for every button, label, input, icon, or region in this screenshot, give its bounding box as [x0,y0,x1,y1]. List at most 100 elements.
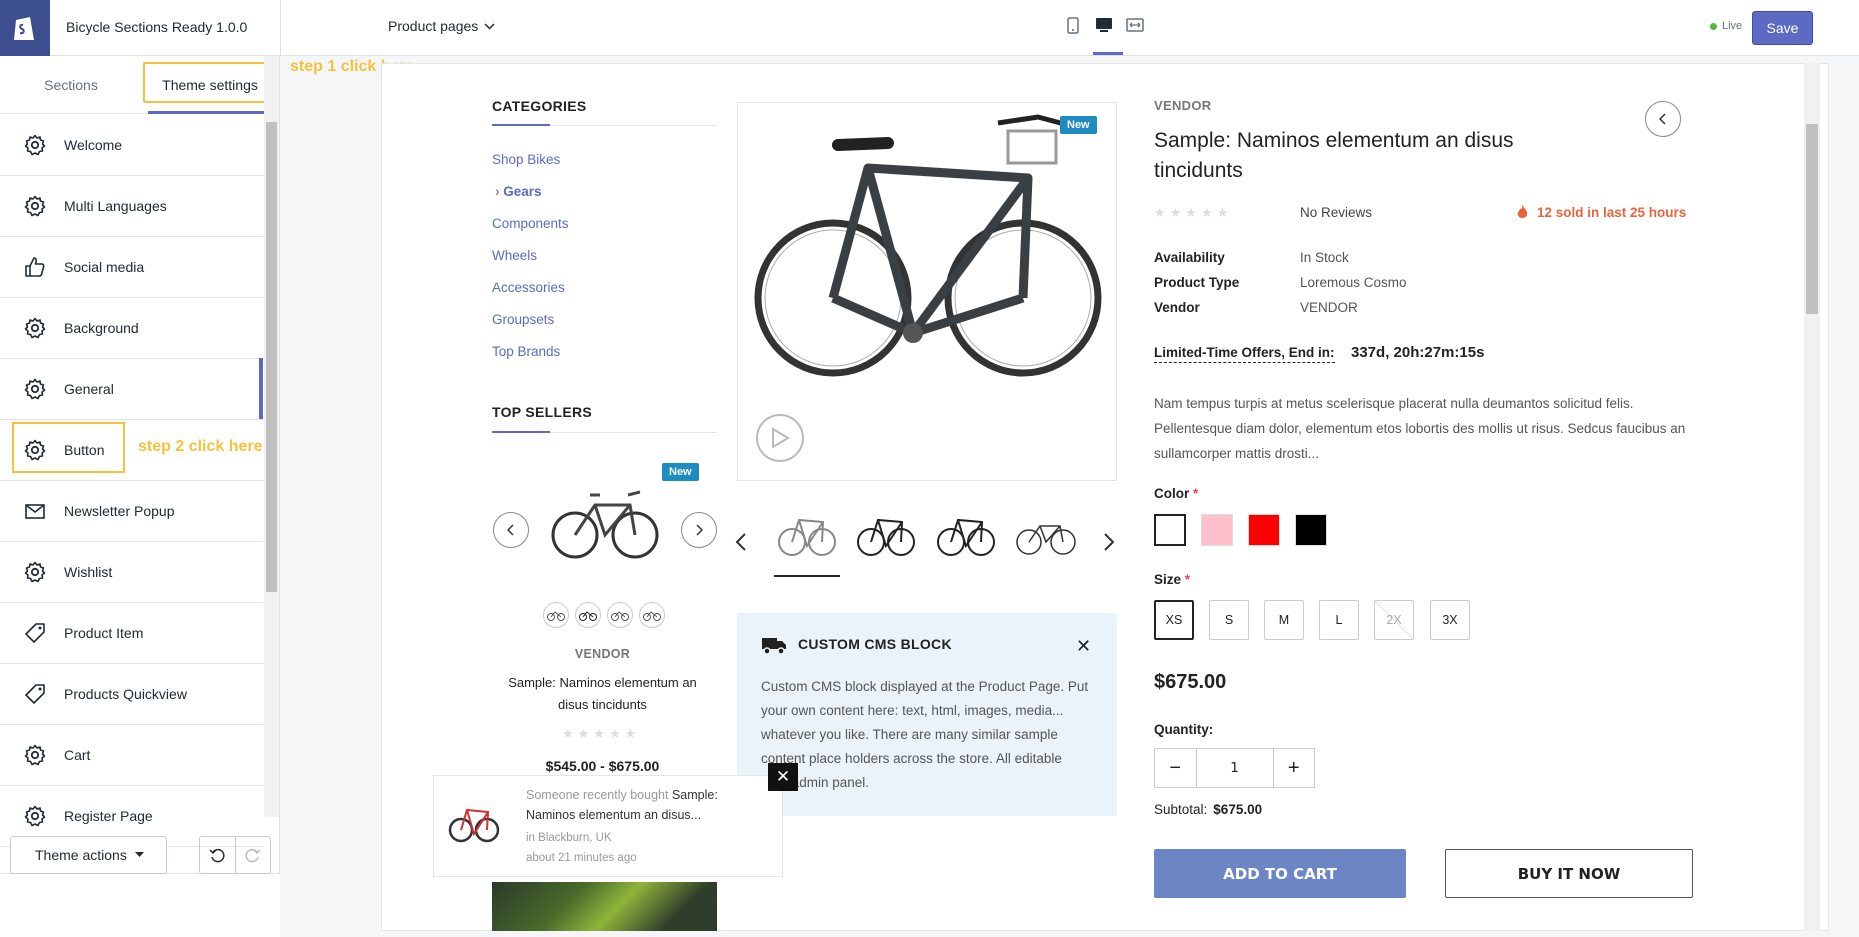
sidebar-item-label: Background [64,320,139,336]
sold-text: 12 sold in last 25 hours [1537,204,1687,220]
color-swatch[interactable] [1201,514,1233,546]
size-option[interactable]: 3X [1430,600,1470,640]
thumbnail-2[interactable] [853,504,919,566]
tab-sections[interactable]: Sections [0,56,142,114]
play-video-icon[interactable] [756,414,804,462]
sidebar-item-newsletter-popup[interactable]: Newsletter Popup [0,481,263,542]
desktop-view-icon[interactable] [1095,14,1113,36]
category-link[interactable]: Top Brands [492,344,560,359]
undo-icon[interactable] [200,837,235,873]
thumbnails-next-icon[interactable] [1103,532,1115,557]
category-link[interactable]: › Gears [495,184,542,199]
thumbs-up-icon [24,256,46,278]
quantity-input[interactable] [1195,749,1274,787]
step2-highlight-box [12,422,125,473]
minus-icon[interactable]: − [1155,749,1196,787]
page-type-dropdown[interactable]: Product pages [388,18,495,34]
sidebar-item-label: Social media [64,259,145,275]
top-sellers-next-button[interactable] [681,512,717,548]
redo-icon[interactable] [234,837,270,873]
sidebar-item-products-quickview[interactable]: Products Quickview [0,664,263,725]
product-type-label: Product Type [1154,275,1240,290]
quantity-stepper: − + [1154,748,1315,788]
size-option[interactable]: XS [1154,600,1194,640]
sidebar-item-product-item[interactable]: Product Item [0,603,263,664]
category-link[interactable]: Shop Bikes [492,152,560,167]
notification-product-image[interactable] [448,794,500,854]
size-option[interactable]: S [1209,600,1249,640]
close-icon[interactable]: ✕ [1076,636,1091,657]
chevron-left-icon [1659,113,1666,125]
sidebar-item-label: Wishlist [64,564,113,580]
sidebar-item-label: Register Page [64,808,153,824]
category-link[interactable]: Accessories [492,280,565,295]
thumbnails-prev-icon[interactable] [735,532,747,557]
bike-thumb-icon [547,611,565,621]
size-option[interactable]: 2X [1374,600,1414,640]
sidebar-item-background[interactable]: Background [0,298,263,359]
top-seller-bike-image[interactable] [550,460,660,580]
sidebar-item-welcome[interactable]: Welcome [0,115,263,176]
gear-icon [24,744,46,766]
availability-value: In Stock [1300,250,1349,265]
thumbnail-3[interactable] [933,504,999,566]
chevron-left-icon [507,524,514,536]
notification-time: about 21 minutes ago [526,852,637,864]
fullscreen-view-icon[interactable] [1126,14,1144,36]
preview-scrollbar-thumb[interactable] [1806,124,1818,314]
bike-thumb-icon [611,611,629,621]
live-status: Live [1710,20,1742,32]
sidebar-item-label: Products Quickview [64,686,187,702]
shopify-logo-icon[interactable] [0,0,50,56]
sidebar-item-wishlist[interactable]: Wishlist [0,542,263,603]
color-label: Color * [1154,486,1198,501]
banner-image[interactable] [492,882,717,931]
category-link[interactable]: Groupsets [492,312,554,327]
cms-block-text: Custom CMS block displayed at the Produc… [761,679,1089,790]
buy-it-now-button[interactable]: BUY IT NOW [1445,849,1693,898]
variant-swatch[interactable] [575,602,601,628]
tag-icon [24,622,46,644]
color-swatch[interactable] [1248,514,1280,546]
mobile-view-icon[interactable] [1064,14,1082,36]
thumbnail-4[interactable] [1013,504,1079,566]
reviews-count[interactable]: No Reviews [1300,205,1372,220]
save-button[interactable]: Save [1752,11,1813,45]
thumbnail-1[interactable] [774,504,840,566]
size-option[interactable]: M [1264,600,1304,640]
size-option[interactable]: L [1319,600,1359,640]
plus-icon[interactable]: + [1274,749,1315,787]
category-link[interactable]: Wheels [492,248,537,263]
required-marker: * [1184,572,1191,587]
variant-swatch[interactable] [639,602,665,628]
category-label: Groupsets [492,312,555,327]
product-type-value: Loremous Cosmo [1300,275,1407,290]
product-description: Nam tempus turpis at metus scelerisque p… [1154,396,1686,461]
product-vendor[interactable]: VENDOR [1154,98,1211,113]
sidebar-item-cart[interactable]: Cart [0,725,263,786]
color-swatch[interactable] [1295,514,1327,546]
fire-icon [1517,205,1528,218]
top-seller-name[interactable]: Sample: Naminos elementum an disus tinci… [505,672,700,716]
back-button[interactable] [1645,101,1681,137]
vendor-value[interactable]: VENDOR [1300,300,1358,315]
close-icon[interactable]: ✕ [768,763,798,791]
sidebar-item-social-media[interactable]: Social media [0,237,263,298]
sidebar-item-general[interactable]: General [0,359,263,420]
gear-icon [24,561,46,583]
color-swatch[interactable] [1154,514,1186,546]
sidebar-item-multi-languages[interactable]: Multi Languages [0,176,263,237]
chevron-right-icon: › [495,184,504,199]
quantity-label: Quantity: [1154,722,1214,737]
top-sellers-prev-button[interactable] [493,512,529,548]
add-to-cart-button[interactable]: ADD TO CART [1154,849,1406,898]
variant-swatch[interactable] [607,602,633,628]
category-link[interactable]: Components [492,216,569,231]
sidebar-scrollbar-thumb[interactable] [266,122,277,592]
new-badge: New [662,463,699,481]
top-seller-vendor: VENDOR [574,647,631,661]
title-accent-line [492,124,550,126]
theme-actions-button[interactable]: Theme actions [10,836,167,874]
rating-stars: ★★★★★ [1154,205,1233,220]
variant-swatch[interactable] [543,602,569,628]
